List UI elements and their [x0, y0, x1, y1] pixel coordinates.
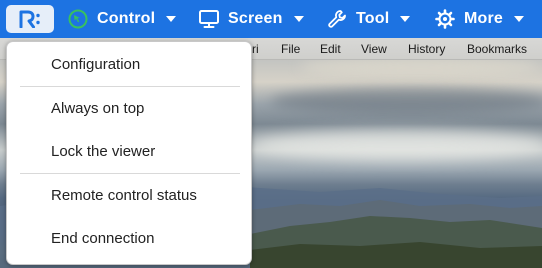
menu-item-remote-control-status[interactable]: Remote control status — [7, 175, 251, 215]
control-icon — [68, 9, 88, 29]
tool-menu-button[interactable]: Tool — [326, 0, 411, 38]
remote-desktop-logo-icon — [19, 10, 40, 28]
control-menu-button[interactable]: Control — [67, 0, 177, 38]
menu-divider — [20, 86, 240, 87]
mac-menu-bookmarks[interactable]: Bookmarks — [467, 42, 527, 56]
screen-menu-label: Screen — [228, 10, 283, 27]
chevron-down-icon — [166, 16, 177, 22]
more-menu-button[interactable]: More — [434, 0, 525, 38]
screen-menu-button[interactable]: Screen — [198, 0, 304, 38]
menu-item-always-on-top[interactable]: Always on top — [7, 88, 251, 128]
logo-dropdown-menu: Configuration Always on top Lock the vie… — [6, 41, 252, 265]
control-menu-label: Control — [97, 10, 156, 27]
mac-menu-edit[interactable]: Edit — [320, 42, 341, 56]
chevron-down-icon — [514, 16, 525, 22]
menu-item-end-connection[interactable]: End connection — [7, 218, 251, 258]
chevron-down-icon — [293, 16, 304, 22]
mac-menu-history[interactable]: History — [408, 42, 445, 56]
mac-menu-app[interactable]: ri — [252, 42, 259, 56]
chevron-down-icon — [400, 16, 411, 22]
menu-divider — [20, 173, 240, 174]
more-menu-label: More — [464, 10, 504, 27]
gear-icon — [435, 9, 455, 29]
menu-item-lock-viewer[interactable]: Lock the viewer — [7, 131, 251, 171]
remote-viewer: ri File Edit View History Bookmarks Cont… — [0, 0, 542, 268]
menu-item-configuration[interactable]: Configuration — [7, 44, 251, 84]
wrench-icon — [328, 10, 346, 28]
mac-menu-file[interactable]: File — [281, 42, 300, 56]
viewer-toolbar: Control Screen Tool More — [0, 0, 542, 38]
monitor-icon — [199, 10, 219, 28]
tool-menu-label: Tool — [356, 10, 390, 27]
mac-menu-view[interactable]: View — [361, 42, 387, 56]
logo-button[interactable] — [6, 5, 54, 33]
